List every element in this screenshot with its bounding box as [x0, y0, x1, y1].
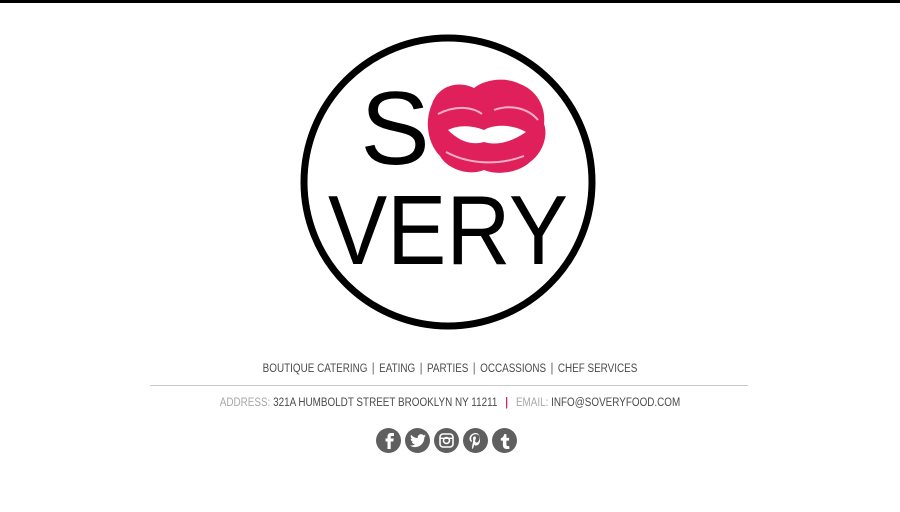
nav-separator: | — [550, 360, 554, 375]
email-label: EMAIL: — [515, 397, 549, 409]
facebook-icon[interactable] — [376, 428, 401, 453]
logo-letter-s: S — [360, 71, 429, 187]
pinterest-icon[interactable] — [463, 428, 488, 453]
nav-separator: | — [419, 360, 423, 375]
nav-separator: | — [472, 360, 476, 375]
instagram-icon[interactable] — [434, 428, 459, 453]
email-link[interactable]: INFO@SOVERYFOOD.COM — [551, 397, 680, 409]
kiss-lips-icon — [427, 79, 546, 173]
divider-line — [150, 385, 748, 386]
contact-divider: | — [505, 397, 509, 409]
address-value: 321A HUMBOLDT STREET BROOKLYN NY 11211 — [273, 397, 498, 409]
nav-separator: | — [371, 360, 375, 375]
nav-chef-services[interactable]: CHEF SERVICES — [558, 363, 638, 375]
nav-eating[interactable]: EATING — [379, 363, 415, 375]
main-nav: BOUTIQUE CATERING | EATING | PARTIES | OCCASSI… — [63, 360, 837, 375]
top-border — [0, 0, 900, 3]
twitter-icon[interactable] — [405, 428, 430, 453]
logo-word-very: VERY — [328, 175, 568, 285]
so-very-logo[interactable]: S VERY — [298, 34, 598, 330]
address-label: ADDRESS: — [219, 397, 271, 409]
social-links — [376, 428, 524, 454]
nav-occassions[interactable]: OCCASSIONS — [480, 363, 546, 375]
contact-info: ADDRESS: 321A HUMBOLDT STREET BROOKLYN N… — [63, 397, 837, 409]
tumblr-icon[interactable] — [492, 428, 517, 453]
nav-parties[interactable]: PARTIES — [427, 363, 468, 375]
nav-boutique-catering[interactable]: BOUTIQUE CATERING — [263, 363, 368, 375]
